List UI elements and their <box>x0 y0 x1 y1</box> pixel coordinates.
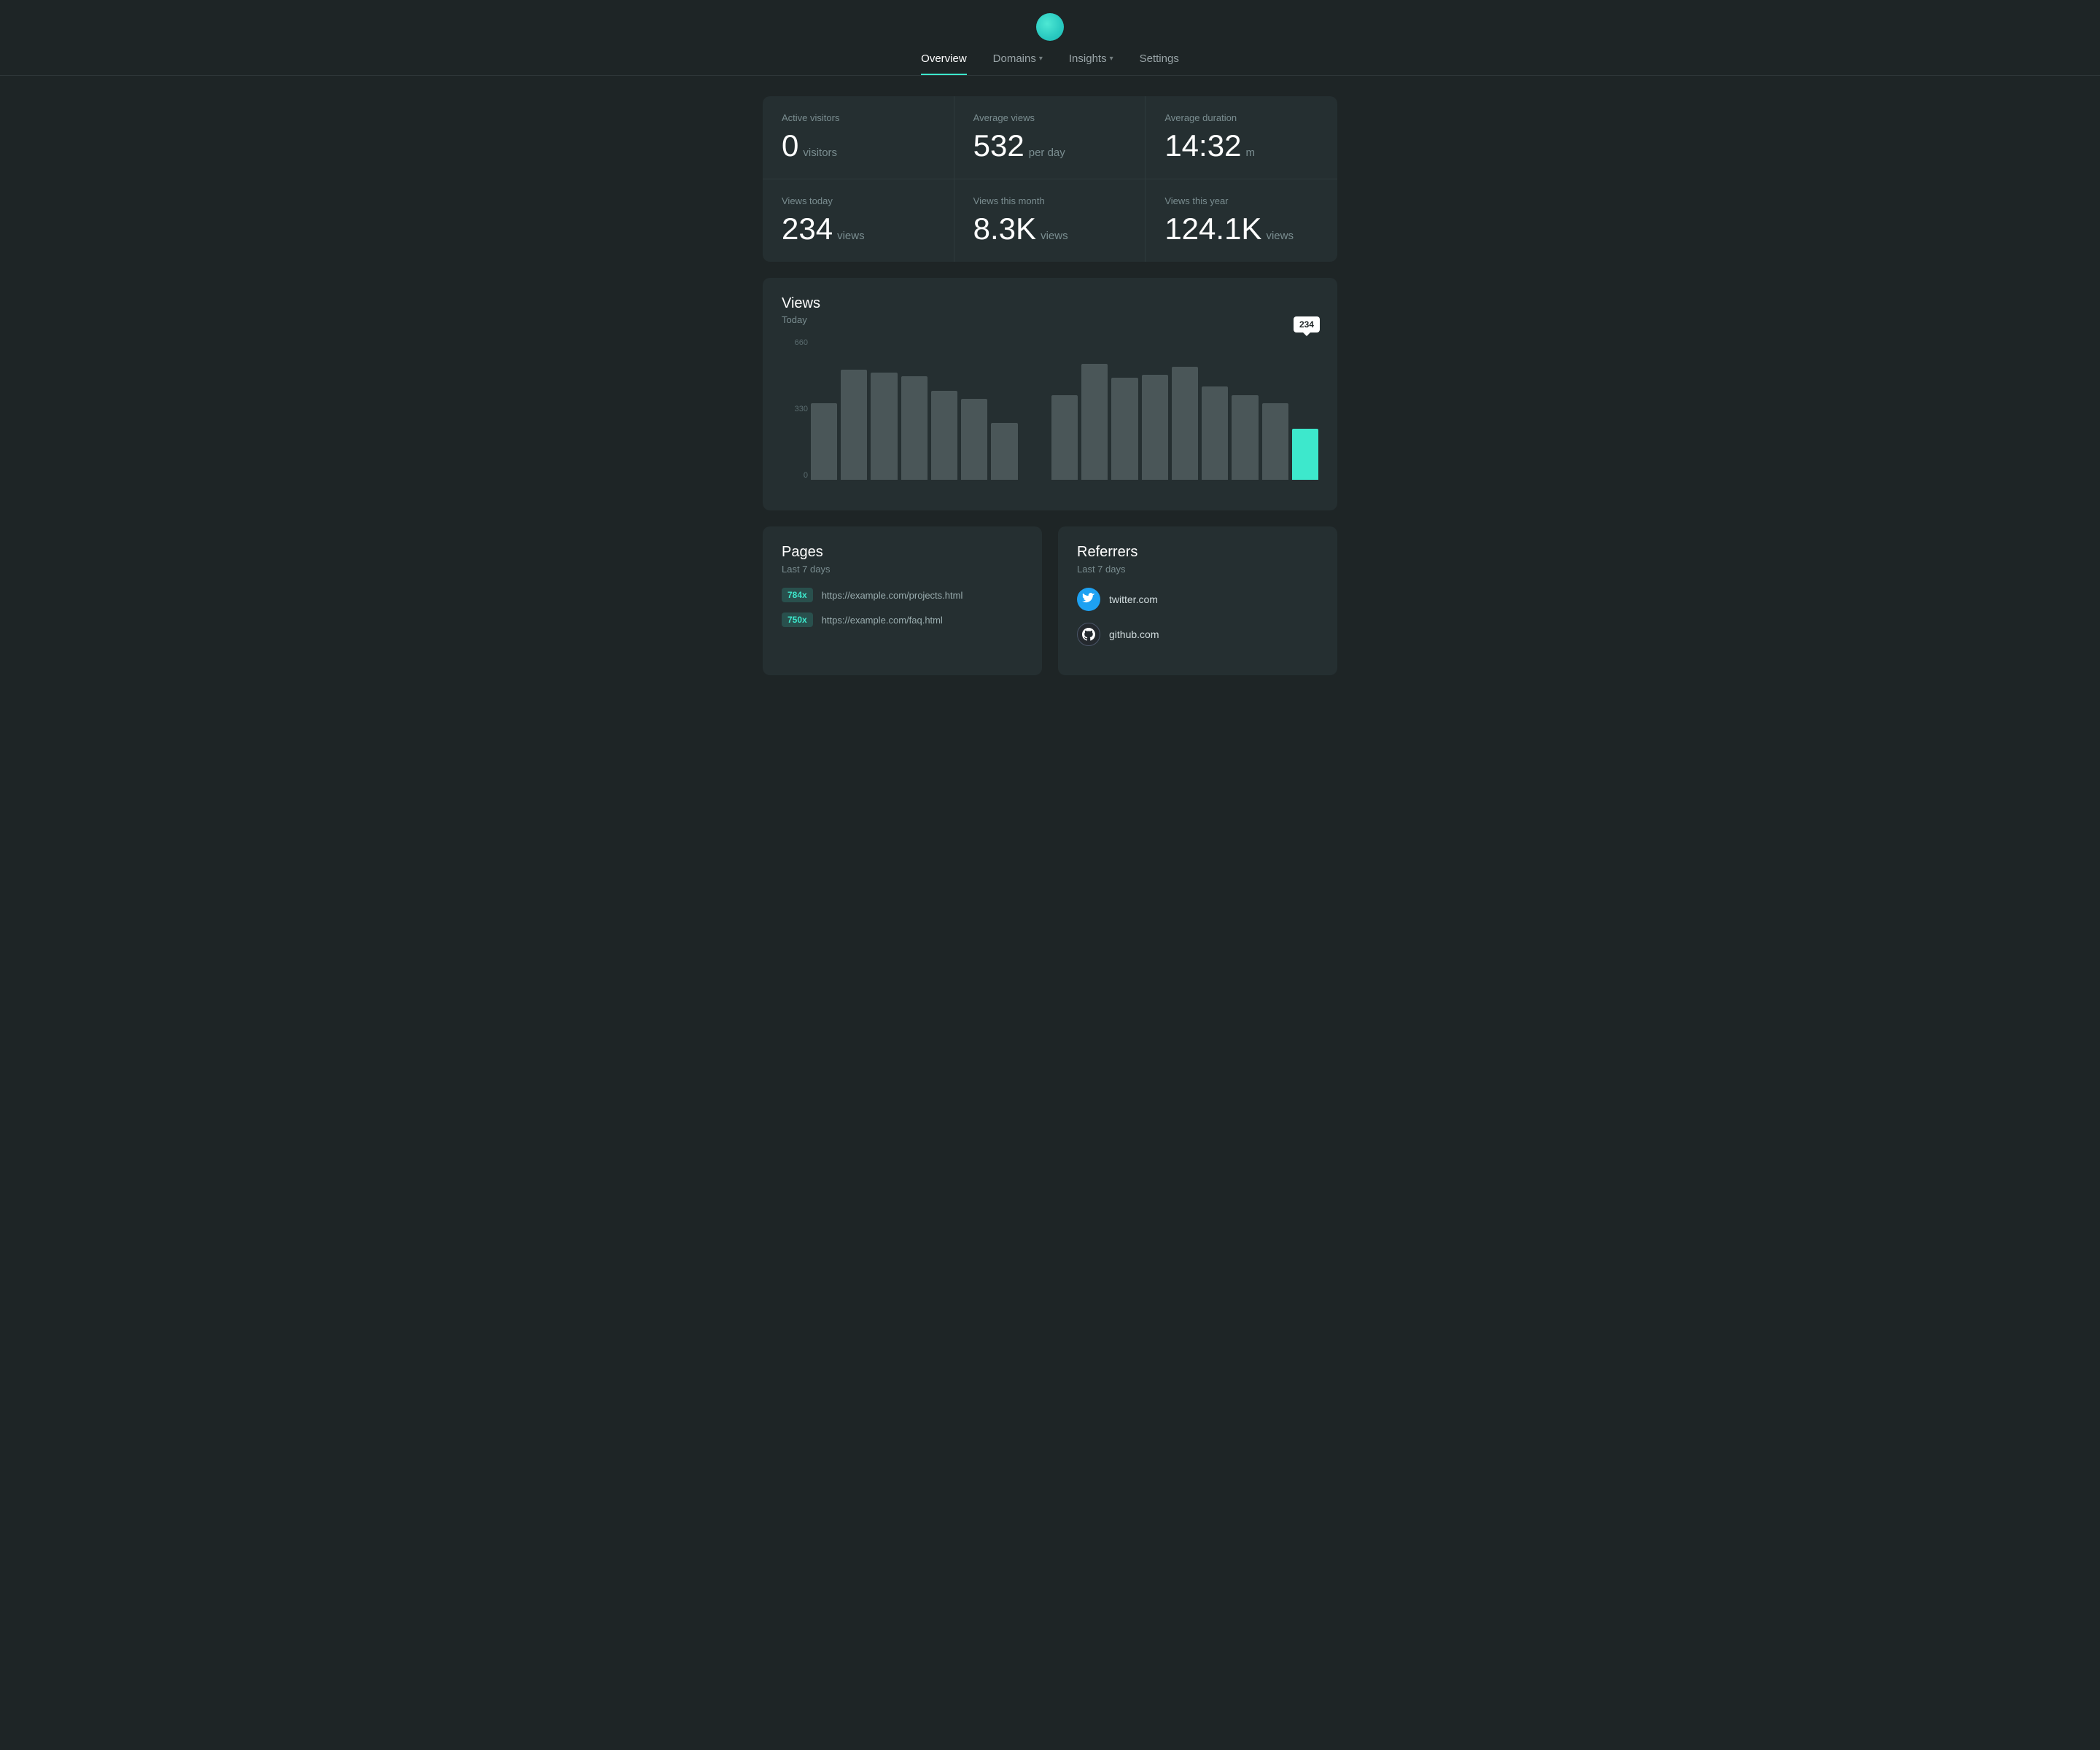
referrers-title: Referrers <box>1077 544 1318 561</box>
chart-bar <box>1232 395 1258 480</box>
page-count-badge: 784x <box>782 588 813 602</box>
chart-bar <box>1172 367 1198 480</box>
chart-subtitle: Today <box>782 314 1318 325</box>
chevron-down-icon: ▾ <box>1110 55 1113 63</box>
page-item: 784x https://example.com/projects.html <box>782 588 1023 602</box>
chart-bar-col <box>871 338 897 480</box>
chart-bar <box>1142 375 1168 480</box>
chart-bar <box>1051 395 1078 480</box>
chart-bar-col <box>1172 338 1198 480</box>
chart-bar-col <box>841 338 867 480</box>
chart-bar <box>1262 403 1288 480</box>
referrers-subtitle: Last 7 days <box>1077 564 1318 575</box>
bottom-grid: Pages Last 7 days 784x https://example.c… <box>763 526 1337 675</box>
nav-link-insights[interactable]: Insights ▾ <box>1069 52 1113 75</box>
chart-bar-col <box>1232 338 1258 480</box>
chart-bar <box>1111 378 1138 480</box>
pages-card: Pages Last 7 days 784x https://example.c… <box>763 526 1042 675</box>
chart-bar <box>901 376 928 480</box>
referrers-list: twitter.com github.com <box>1077 588 1318 646</box>
stat-average-duration: Average duration 14:32 m <box>1146 96 1337 179</box>
chart-bar-col <box>811 338 837 480</box>
referrer-icon-twitter <box>1077 588 1100 611</box>
stat-views-today: Views today 234 views <box>763 179 954 262</box>
chart-bar <box>841 370 867 480</box>
chevron-down-icon: ▾ <box>1039 55 1043 63</box>
nav-links: Overview Domains ▾ Insights ▾ Settings <box>921 52 1179 75</box>
chart-bar-col <box>1262 338 1288 480</box>
chart-y-labels: 660 330 0 <box>782 338 808 499</box>
page-url: https://example.com/projects.html <box>822 590 963 601</box>
referrer-name: github.com <box>1109 629 1159 640</box>
pages-list: 784x https://example.com/projects.html 7… <box>782 588 1023 627</box>
app-logo <box>1036 13 1064 41</box>
stat-active-visitors: Active visitors 0 visitors <box>763 96 954 179</box>
page-count-badge: 750x <box>782 612 813 627</box>
referrer-icon-github <box>1077 623 1100 646</box>
referrer-name: twitter.com <box>1109 594 1158 605</box>
chart-tooltip: 234 <box>1294 316 1320 332</box>
main-content: Active visitors 0 visitors Average views… <box>751 76 1349 696</box>
chart-bar <box>961 399 987 480</box>
chart-bar-col <box>1111 338 1138 480</box>
page-item: 750x https://example.com/faq.html <box>782 612 1023 627</box>
chart-bar-col <box>991 338 1017 480</box>
chart-bar <box>1202 386 1228 480</box>
chart-bar-col <box>961 338 987 480</box>
pages-subtitle: Last 7 days <box>782 564 1023 575</box>
chart-bar-col <box>1051 338 1078 480</box>
chart-bar <box>871 373 897 480</box>
chart-title: Views <box>782 295 1318 312</box>
views-chart-card: Views Today 660 330 0 234 <box>763 278 1337 510</box>
chart-bar <box>1081 364 1108 480</box>
pages-title: Pages <box>782 544 1023 561</box>
chart-bar <box>991 423 1017 480</box>
chart-bar-col <box>1081 338 1108 480</box>
stats-card: Active visitors 0 visitors Average views… <box>763 96 1337 262</box>
chart-bars: 234 <box>811 338 1318 480</box>
chart-bar-col <box>1022 338 1048 480</box>
referrer-item: twitter.com <box>1077 588 1318 611</box>
page-url: https://example.com/faq.html <box>822 615 943 626</box>
stat-views-month: Views this month 8.3K views <box>954 179 1146 262</box>
navigation: Overview Domains ▾ Insights ▾ Settings <box>0 0 2100 76</box>
chart-area: 660 330 0 234 <box>782 338 1318 499</box>
chart-bar-col: 234 <box>1292 338 1318 480</box>
chart-bar-col <box>931 338 957 480</box>
chart-bar-col <box>1142 338 1168 480</box>
chart-bar <box>811 403 837 480</box>
referrers-card: Referrers Last 7 days twitter.com github… <box>1058 526 1337 675</box>
chart-bar-col <box>1202 338 1228 480</box>
stat-views-year: Views this year 124.1K views <box>1146 179 1337 262</box>
nav-link-settings[interactable]: Settings <box>1140 52 1179 75</box>
stat-average-views: Average views 532 per day <box>954 96 1146 179</box>
chart-bar <box>931 391 957 480</box>
chart-bar-accent <box>1292 429 1318 480</box>
referrer-item: github.com <box>1077 623 1318 646</box>
nav-link-overview[interactable]: Overview <box>921 52 967 75</box>
chart-bar-col <box>901 338 928 480</box>
nav-link-domains[interactable]: Domains ▾ <box>993 52 1043 75</box>
